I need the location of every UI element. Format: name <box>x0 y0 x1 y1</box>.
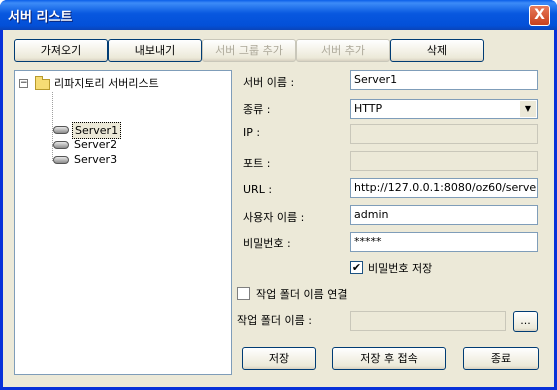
type-label: 종류 : <box>243 103 271 116</box>
username-label: 사용자 이름 : <box>243 211 305 224</box>
type-select-value: HTTP <box>354 102 383 115</box>
server-icon <box>53 126 69 134</box>
server-name-label: 서버 이름 : <box>243 76 295 89</box>
username-field[interactable]: admin <box>350 205 538 225</box>
ip-label: IP : <box>243 126 261 139</box>
url-label: URL : <box>243 183 273 196</box>
folder-name-label: 작업 폴더 이름 : <box>237 314 312 327</box>
tree-item-label: Server2 <box>74 138 118 151</box>
browse-folder-button[interactable]: ... <box>513 311 538 332</box>
collapse-icon[interactable]: − <box>19 79 28 88</box>
dialog-body: 가져오기 내보내기 서버 그룹 추가 서버 추가 삭제 − 리파지토리 서버리스… <box>3 30 554 387</box>
type-select[interactable]: HTTP ▼ <box>350 99 538 119</box>
tree-item-server2[interactable]: Server2 <box>53 137 213 152</box>
tree-item-server3[interactable]: Server3 <box>53 152 213 167</box>
password-label: 비밀번호 : <box>243 237 291 250</box>
ip-field[interactable] <box>350 124 538 144</box>
server-name-field[interactable]: Server1 <box>350 70 538 90</box>
port-field[interactable] <box>350 151 538 171</box>
tree-item-label: Server3 <box>74 153 118 166</box>
server-list-window: 서버 리스트 X 가져오기 내보내기 서버 그룹 추가 서버 추가 삭제 − 리… <box>0 0 557 390</box>
port-label: 포트 : <box>243 157 271 170</box>
chevron-down-icon[interactable]: ▼ <box>520 101 536 117</box>
window-title: 서버 리스트 <box>8 10 73 25</box>
url-field[interactable]: http://127.0.0.1:8080/oz60/server <box>350 178 538 198</box>
server-tree[interactable]: − 리파지토리 서버리스트 Server1 Server2 Server3 <box>14 70 232 375</box>
tree-root-label: 리파지토리 서버리스트 <box>54 77 159 90</box>
save-password-label: 비밀번호 저장 <box>368 262 433 275</box>
save-button[interactable]: 저장 <box>242 347 316 370</box>
export-button[interactable]: 내보내기 <box>108 39 202 62</box>
tree-item-server1[interactable]: Server1 <box>53 122 213 139</box>
close-window-button[interactable]: X <box>529 5 550 26</box>
title-bar[interactable]: 서버 리스트 X <box>0 0 557 30</box>
add-server-group-button[interactable]: 서버 그룹 추가 <box>202 39 296 62</box>
password-field[interactable]: ***** <box>350 232 538 252</box>
link-folder-label: 작업 폴더 이름 연결 <box>256 288 348 301</box>
add-server-button[interactable]: 서버 추가 <box>296 39 390 62</box>
exit-button[interactable]: 종료 <box>463 347 539 370</box>
folder-icon <box>35 76 50 90</box>
server-icon <box>53 156 69 164</box>
server-icon <box>53 141 69 149</box>
folder-name-field[interactable] <box>350 311 506 331</box>
save-and-connect-button[interactable]: 저장 후 접속 <box>332 347 446 370</box>
tree-root-item[interactable]: − 리파지토리 서버리스트 <box>17 76 227 91</box>
import-button[interactable]: 가져오기 <box>14 39 108 62</box>
save-password-checkbox[interactable]: ✔ <box>350 261 363 274</box>
delete-button[interactable]: 삭제 <box>390 39 484 62</box>
link-folder-checkbox[interactable] <box>237 287 250 300</box>
